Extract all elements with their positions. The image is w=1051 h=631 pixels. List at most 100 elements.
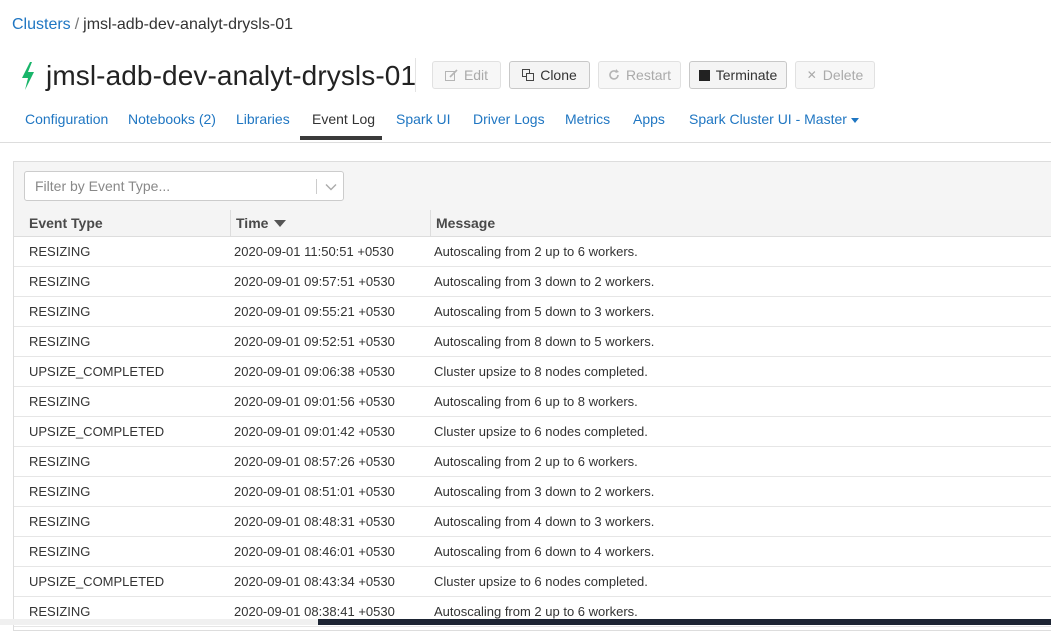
table-row: RESIZING 2020-09-01 09:52:51 +0530 Autos… xyxy=(14,327,1051,357)
table-row: UPSIZE_COMPLETED 2020-09-01 09:01:42 +05… xyxy=(14,417,1051,447)
terminate-button[interactable]: Terminate xyxy=(689,61,787,89)
filter-bar: Filter by Event Type... xyxy=(14,162,1051,211)
tab-spark-cluster-ui-dropdown[interactable]: Spark Cluster UI - Master xyxy=(689,103,859,141)
event-type-cell: RESIZING xyxy=(29,244,91,259)
time-cell: 2020-09-01 09:06:38 +0530 xyxy=(234,364,395,379)
chevron-down-icon[interactable] xyxy=(324,180,338,194)
event-type-cell: RESIZING xyxy=(29,514,91,529)
message-cell: Autoscaling from 6 down to 4 workers. xyxy=(434,544,655,559)
table-row: RESIZING 2020-09-01 08:51:01 +0530 Autos… xyxy=(14,477,1051,507)
time-cell: 2020-09-01 08:48:31 +0530 xyxy=(234,514,395,529)
table-row: RESIZING 2020-09-01 09:55:21 +0530 Autos… xyxy=(14,297,1051,327)
message-cell: Cluster upsize to 8 nodes completed. xyxy=(434,364,648,379)
clone-button[interactable]: Clone xyxy=(509,61,590,89)
column-header-event-type-label: Event Type xyxy=(29,215,103,231)
table-row: RESIZING 2020-09-01 09:01:56 +0530 Autos… xyxy=(14,387,1051,417)
bolt-icon xyxy=(22,62,34,90)
edit-button[interactable]: Edit xyxy=(432,61,501,89)
event-log-rows: RESIZING 2020-09-01 11:50:51 +0530 Autos… xyxy=(14,237,1051,627)
time-cell: 2020-09-01 11:50:51 +0530 xyxy=(234,244,394,259)
tab-configuration[interactable]: Configuration xyxy=(25,103,108,141)
table-header: Event Type Time Message xyxy=(14,210,1051,237)
cluster-header: jmsl-adb-dev-analyt-drysls-01 xyxy=(20,58,416,94)
time-cell: 2020-09-01 09:52:51 +0530 xyxy=(234,334,395,349)
delete-button[interactable]: ✕ Delete xyxy=(795,61,875,89)
breadcrumb-separator: / xyxy=(74,16,80,33)
message-cell: Cluster upsize to 6 nodes completed. xyxy=(434,424,648,439)
tab-metrics[interactable]: Metrics xyxy=(565,103,610,141)
event-type-filter[interactable]: Filter by Event Type... xyxy=(24,171,344,201)
stop-icon xyxy=(698,69,710,81)
breadcrumb: Clusters / jmsl-adb-dev-analyt-drysls-01 xyxy=(12,16,293,34)
close-icon: ✕ xyxy=(806,68,817,82)
time-cell: 2020-09-01 08:51:01 +0530 xyxy=(234,484,395,499)
tab-driver-logs[interactable]: Driver Logs xyxy=(473,103,545,141)
time-cell: 2020-09-01 08:57:26 +0530 xyxy=(234,454,395,469)
event-type-cell: RESIZING xyxy=(29,304,91,319)
message-cell: Autoscaling from 2 up to 6 workers. xyxy=(434,244,638,259)
restart-button[interactable]: Restart xyxy=(598,61,681,89)
message-cell: Autoscaling from 8 down to 5 workers. xyxy=(434,334,655,349)
edit-label: Edit xyxy=(463,67,489,83)
event-type-cell: RESIZING xyxy=(29,334,91,349)
table-row: RESIZING 2020-09-01 08:46:01 +0530 Autos… xyxy=(14,537,1051,567)
column-header-message[interactable]: Message xyxy=(430,210,1051,236)
time-cell: 2020-09-01 08:43:34 +0530 xyxy=(234,574,395,589)
message-cell: Autoscaling from 5 down to 3 workers. xyxy=(434,304,655,319)
column-header-time-label: Time xyxy=(236,215,269,231)
event-type-cell: RESIZING xyxy=(29,274,91,289)
restart-label: Restart xyxy=(625,67,672,83)
taskbar-strip xyxy=(318,619,1051,625)
breadcrumb-current: jmsl-adb-dev-analyt-drysls-01 xyxy=(83,16,293,33)
active-tab-indicator xyxy=(300,136,382,140)
filter-placeholder: Filter by Event Type... xyxy=(35,178,171,194)
tab-spark-ui[interactable]: Spark UI xyxy=(396,103,450,141)
tab-apps[interactable]: Apps xyxy=(633,103,665,141)
event-type-cell: UPSIZE_COMPLETED xyxy=(29,424,165,439)
message-cell: Autoscaling from 2 up to 6 workers. xyxy=(434,454,638,469)
table-row: RESIZING 2020-09-01 08:57:26 +0530 Autos… xyxy=(14,447,1051,477)
tab-libraries[interactable]: Libraries xyxy=(236,103,290,141)
event-type-cell: UPSIZE_COMPLETED xyxy=(29,364,165,379)
bottom-edge xyxy=(0,619,318,625)
clone-label: Clone xyxy=(540,67,577,83)
event-log-panel: Filter by Event Type... Event Type Time … xyxy=(13,161,1051,631)
event-type-cell: UPSIZE_COMPLETED xyxy=(29,574,165,589)
breadcrumb-clusters-link[interactable]: Clusters xyxy=(12,16,71,33)
table-row: RESIZING 2020-09-01 11:50:51 +0530 Autos… xyxy=(14,237,1051,267)
table-row: UPSIZE_COMPLETED 2020-09-01 08:43:34 +05… xyxy=(14,567,1051,597)
tab-spark-cluster-ui-label: Spark Cluster UI - Master xyxy=(689,111,847,127)
time-cell: 2020-09-01 09:01:42 +0530 xyxy=(234,424,395,439)
message-cell: Autoscaling from 4 down to 3 workers. xyxy=(434,514,655,529)
table-row: RESIZING 2020-09-01 08:48:31 +0530 Autos… xyxy=(14,507,1051,537)
edit-icon xyxy=(444,69,458,81)
column-header-time[interactable]: Time xyxy=(230,210,430,236)
sort-descending-icon xyxy=(274,219,287,227)
event-type-cell: RESIZING xyxy=(29,454,91,469)
column-header-event-type[interactable]: Event Type xyxy=(14,210,230,236)
message-cell: Autoscaling from 3 down to 2 workers. xyxy=(434,274,655,289)
time-cell: 2020-09-01 09:57:51 +0530 xyxy=(234,274,395,289)
time-cell: 2020-09-01 08:46:01 +0530 xyxy=(234,544,395,559)
table-row: UPSIZE_COMPLETED 2020-09-01 09:06:38 +05… xyxy=(14,357,1051,387)
table-row: RESIZING 2020-09-01 09:57:51 +0530 Autos… xyxy=(14,267,1051,297)
message-cell: Autoscaling from 3 down to 2 workers. xyxy=(434,484,655,499)
caret-down-icon xyxy=(850,118,859,123)
page-title: jmsl-adb-dev-analyt-drysls-01 xyxy=(46,60,417,91)
filter-separator xyxy=(316,179,317,194)
time-cell: 2020-09-01 09:55:21 +0530 xyxy=(234,304,395,319)
event-type-cell: RESIZING xyxy=(29,394,91,409)
delete-label: Delete xyxy=(822,67,864,83)
column-header-message-label: Message xyxy=(436,215,496,231)
header-divider xyxy=(415,58,416,92)
event-type-cell: RESIZING xyxy=(29,544,91,559)
message-cell: Cluster upsize to 6 nodes completed. xyxy=(434,574,648,589)
event-type-cell: RESIZING xyxy=(29,484,91,499)
refresh-icon xyxy=(608,69,620,81)
clone-icon xyxy=(522,69,535,81)
terminate-label: Terminate xyxy=(715,67,778,83)
tab-notebooks[interactable]: Notebooks (2) xyxy=(128,103,216,141)
time-cell: 2020-09-01 09:01:56 +0530 xyxy=(234,394,395,409)
cluster-tabs: Configuration Notebooks (2) Libraries Ev… xyxy=(0,103,1051,143)
message-cell: Autoscaling from 6 up to 8 workers. xyxy=(434,394,638,409)
